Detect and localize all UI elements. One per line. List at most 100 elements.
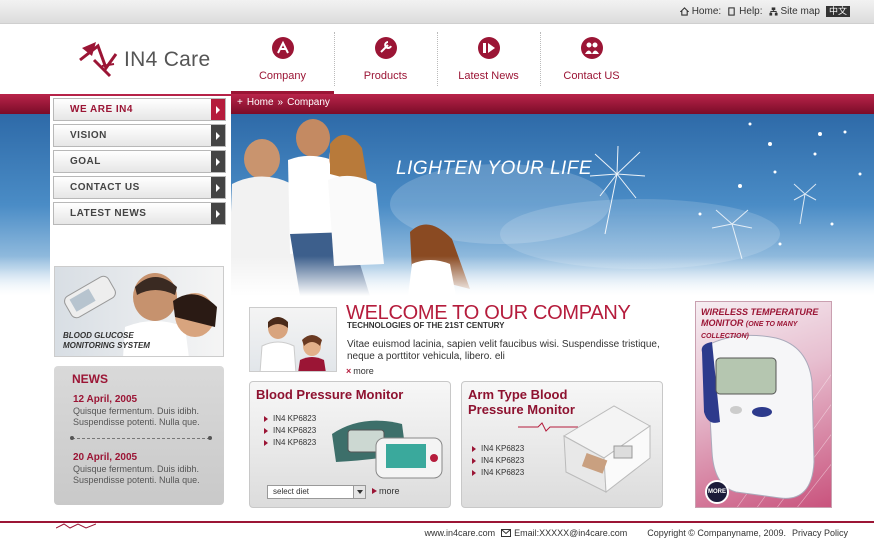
- ad-title-line1: WIRELESS TEMPERATURE: [701, 307, 819, 317]
- arrow-right-icon: [211, 151, 225, 172]
- footer-privacy-link[interactable]: Privacy Policy: [792, 528, 848, 538]
- nav-latest-news[interactable]: Latest News: [437, 24, 540, 94]
- diet-select[interactable]: select diet: [267, 485, 366, 499]
- product-model[interactable]: IN4 KP6823: [472, 443, 524, 455]
- product-model-list: IN4 KP6823 IN4 KP6823 IN4 KP6823: [472, 443, 524, 479]
- sidemenu-contact-us[interactable]: CONTACT US: [53, 176, 226, 199]
- help-link[interactable]: Help:: [727, 6, 763, 17]
- promo-line1: BLOOD GLUCOSE: [63, 331, 134, 340]
- envelope-icon: [501, 529, 512, 537]
- language-switch[interactable]: 中文: [825, 6, 850, 17]
- footer-divider: [0, 521, 874, 523]
- footer: www.in4care.com Email:XXXXX@in4care.com …: [425, 528, 848, 538]
- news-panel: NEWS 12 April, 2005 Quisque fermentum. D…: [54, 366, 224, 505]
- promo-caption: BLOOD GLUCOSE MONITORING SYSTEM: [63, 331, 150, 351]
- nav-contact-us[interactable]: Contact US: [540, 24, 643, 94]
- help-link-label: Help:: [739, 6, 763, 17]
- nav-latest-news-label: Latest News: [458, 70, 519, 82]
- sidemenu-vision[interactable]: VISION: [53, 124, 226, 147]
- nav-company-label: Company: [258, 70, 307, 82]
- diet-select-value: select diet: [273, 487, 310, 496]
- product-card-arm-type[interactable]: Arm Type Blood Pressure Monitor IN4 KP68…: [461, 381, 663, 508]
- arrow-right-icon: [211, 125, 225, 146]
- wrench-icon: [374, 37, 397, 59]
- sitemap-icon: [768, 7, 778, 16]
- sidemenu-label: LATEST NEWS: [70, 208, 147, 219]
- product-more-label: more: [379, 486, 400, 496]
- welcome-image: [249, 307, 337, 372]
- welcome-more-link[interactable]: × more: [346, 366, 374, 376]
- product-model[interactable]: IN4 KP6823: [264, 437, 316, 449]
- ad-title-monitor: MONITOR: [701, 318, 744, 328]
- sidemenu-label: GOAL: [70, 156, 101, 167]
- breadcrumb: + Home » Company: [237, 97, 330, 108]
- product-card-blood-pressure[interactable]: Blood Pressure Monitor IN4 KP6823 IN4 KP…: [249, 381, 451, 508]
- side-menu: WE ARE IN4 VISION GOAL CONTACT US LATEST…: [53, 98, 226, 225]
- footer-email[interactable]: Email:XXXXX@in4care.com: [501, 528, 627, 538]
- sitemap-link-label: Site map: [780, 6, 820, 17]
- product-model[interactable]: IN4 KP6823: [472, 467, 524, 479]
- footer-copyright: Copyright © Companyname, 2009.: [647, 528, 786, 538]
- home-link[interactable]: Home:: [679, 6, 722, 17]
- ad-title: WIRELESS TEMPERATURE MONITOR (ONE TO MAN…: [701, 307, 831, 342]
- arrow-right-icon: [372, 488, 377, 494]
- breadcrumb-current: Company: [287, 97, 330, 108]
- news-text: Quisque fermentum. Duis idibh.: [73, 464, 200, 474]
- arm-monitor-case-image: [562, 405, 651, 493]
- thermometer-ad[interactable]: WIRELESS TEMPERATURE MONITOR (ONE TO MAN…: [695, 301, 832, 508]
- home-icon: [679, 7, 689, 16]
- breadcrumb-separator: »: [277, 97, 284, 108]
- people-icon: [580, 37, 603, 59]
- product-title: Blood Pressure Monitor: [256, 387, 404, 402]
- blood-pressure-monitor-image: [332, 420, 443, 479]
- product-model[interactable]: IN4 KP6823: [472, 455, 524, 467]
- utility-bar: Home: Help: Site map 中文: [0, 0, 874, 24]
- home-link-label: Home:: [691, 6, 722, 17]
- product-more-link[interactable]: more: [372, 486, 400, 496]
- arrow-right-icon: [211, 99, 225, 120]
- nav-products[interactable]: Products: [334, 24, 437, 94]
- gear-icon: [271, 37, 294, 59]
- welcome-subtitle: TECHNOLOGIES OF THE 21ST CENTURY: [347, 321, 505, 330]
- more-x-icon: ×: [346, 366, 352, 376]
- news-divider: [70, 436, 212, 440]
- nav-products-label: Products: [363, 70, 408, 82]
- main-nav: Company Products Latest News Contact US: [231, 24, 644, 94]
- product-model-list: IN4 KP6823 IN4 KP6823 IN4 KP6823: [264, 413, 316, 449]
- news-date: 20 April, 2005: [73, 452, 138, 463]
- news-date: 12 April, 2005: [73, 394, 138, 405]
- help-icon: [728, 7, 735, 16]
- sidemenu-latest-news[interactable]: LATEST NEWS: [53, 202, 226, 225]
- product-model[interactable]: IN4 KP6823: [264, 425, 316, 437]
- glucose-promo[interactable]: BLOOD GLUCOSE MONITORING SYSTEM: [54, 266, 224, 357]
- promo-line2: MONITORING SYSTEM: [63, 341, 150, 350]
- news-text: Suspendisse potenti. Nulla que.: [73, 417, 200, 427]
- welcome-more-label: more: [353, 366, 374, 376]
- breadcrumb-bullet: +: [237, 97, 243, 108]
- footer-email-label: Email:XXXXX@in4care.com: [514, 528, 628, 538]
- news-item[interactable]: 20 April, 2005 Quisque fermentum. Duis i…: [73, 452, 224, 486]
- footer-site-link[interactable]: www.in4care.com: [425, 528, 496, 538]
- logo[interactable]: IN4 Care: [50, 24, 231, 96]
- sidemenu-label: CONTACT US: [70, 182, 140, 193]
- news-text: Quisque fermentum. Duis idibh.: [73, 406, 200, 416]
- footer-logo-icon: [56, 523, 96, 529]
- nav-contact-us-label: Contact US: [563, 70, 620, 82]
- sidemenu-label: WE ARE IN4: [70, 104, 133, 115]
- news-item[interactable]: 12 April, 2005 Quisque fermentum. Duis i…: [73, 394, 224, 428]
- play-icon: [477, 37, 500, 59]
- sidemenu-we-are-in4[interactable]: WE ARE IN4: [53, 98, 226, 121]
- doctor-child-illustration: [259, 317, 326, 371]
- sidemenu-label: VISION: [70, 130, 107, 141]
- arrow-right-icon: [211, 177, 225, 198]
- chevron-down-icon: [353, 486, 365, 498]
- product-model[interactable]: IN4 KP6823: [264, 413, 316, 425]
- brand-name: IN4 Care: [124, 48, 211, 71]
- ad-more-button[interactable]: MORE: [705, 480, 729, 504]
- hero-tagline: LIGHTEN YOUR LIFE: [396, 158, 593, 179]
- breadcrumb-home[interactable]: Home: [247, 97, 274, 108]
- news-title: NEWS: [72, 372, 108, 386]
- sitemap-link[interactable]: Site map: [768, 6, 820, 17]
- sidemenu-goal[interactable]: GOAL: [53, 150, 226, 173]
- nav-company[interactable]: Company: [231, 24, 334, 94]
